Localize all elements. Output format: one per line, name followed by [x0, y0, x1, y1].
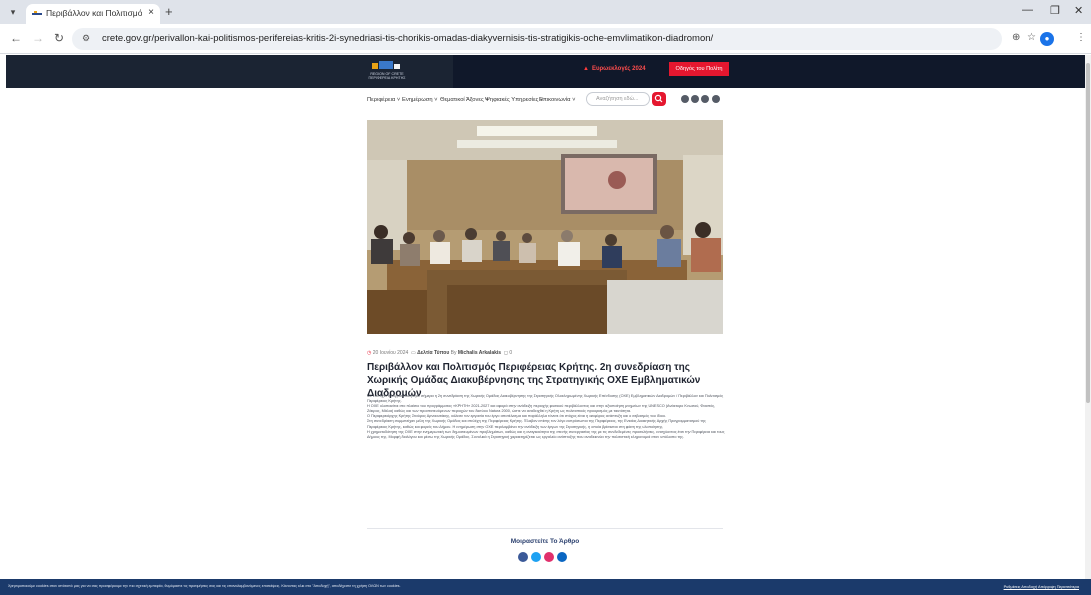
- search-placeholder: Αναζήτηση εδώ...: [596, 96, 639, 102]
- article-body: Με επιτυχία πραγματοποιήθηκε σήμερα η 2η…: [367, 394, 725, 440]
- site-header: REGION OF CRETE ΠΕΡΙΦΕΡΕΙΑ ΚΡΗΤΗΣ ▲ Ευρωε…: [6, 55, 1085, 88]
- share-pinterest-icon[interactable]: [544, 552, 554, 562]
- zoom-icon[interactable]: ⊕: [1012, 32, 1020, 43]
- reload-icon[interactable]: ↻: [54, 31, 64, 45]
- menu-icon[interactable]: ⋮: [1076, 32, 1086, 43]
- minimize-icon[interactable]: —: [1022, 4, 1033, 16]
- article-paragraph: Στη συνεδρίαση συμμετείχαν μέλη της Χωρι…: [367, 419, 706, 429]
- nav-item-themes[interactable]: Θεματικοί Άξονες ˅: [440, 97, 489, 103]
- search-input[interactable]: Αναζήτηση εδώ...: [586, 92, 650, 106]
- main-navigation: Περιφέρεια ˅ Ενημέρωση ˅ Θεματικοί Άξονε…: [0, 92, 1091, 110]
- share-title: Μοιραστείτε Το Άρθρο: [510, 538, 580, 545]
- header-left: REGION OF CRETE ΠΕΡΙΦΕΡΕΙΑ ΚΡΗΤΗΣ: [6, 55, 453, 88]
- flag-icon: ▲: [583, 66, 589, 72]
- search-icon: [654, 94, 663, 103]
- nav-label: Ενημέρωση: [402, 97, 433, 103]
- back-arrow-icon[interactable]: ←: [10, 31, 22, 45]
- share-linkedin-icon[interactable]: [557, 552, 567, 562]
- close-window-icon[interactable]: ✕: [1074, 4, 1083, 17]
- header-right: ▲ Ευρωεκλογές 2024 Οδηγός του Πολίτη: [453, 55, 1085, 88]
- tab-close-icon[interactable]: ×: [148, 7, 154, 18]
- nav-label: Περιφέρεια: [367, 97, 396, 103]
- cookie-consent-bar: Χρησιμοποιούμε cookies στον ιστότοπό μας…: [0, 579, 1091, 595]
- share-facebook-icon[interactable]: [518, 552, 528, 562]
- profile-icon[interactable]: ●: [1040, 32, 1054, 46]
- tab-title: Περιβάλλον και Πολιτισμός Πε: [46, 8, 142, 18]
- tab-search-icon[interactable]: ▾: [6, 5, 20, 19]
- logo-text: REGION OF CRETE ΠΕΡΙΦΕΡΕΙΑ ΚΡΗΤΗΣ: [368, 72, 406, 81]
- author-prefix: By: [450, 350, 457, 356]
- comment-count[interactable]: 0: [509, 350, 512, 356]
- citizen-guide-button[interactable]: Οδηγός του Πολίτη: [669, 62, 729, 76]
- article-paragraph: Η ΟΧΕ υλοποιείται στο πλαίσιο του προγρά…: [367, 404, 716, 414]
- site-info-icon[interactable]: ⚙: [82, 33, 90, 44]
- nav-item-contact[interactable]: Επικοινωνία ˅: [539, 97, 575, 103]
- article-date: 20 Ιουνίου 2024: [372, 350, 409, 356]
- cookie-action-links[interactable]: Ρυθμίσεις Αποδοχή Απόρριψη Περισσότερα: [1004, 584, 1079, 589]
- share-twitter-icon[interactable]: [531, 552, 541, 562]
- forward-arrow-icon[interactable]: →: [32, 31, 44, 45]
- search-button[interactable]: [652, 92, 666, 106]
- scrollbar-thumb[interactable]: [1086, 63, 1090, 403]
- nav-item-region[interactable]: Περιφέρεια ˅: [367, 97, 400, 103]
- article-category[interactable]: Δελτία Τύπου: [417, 350, 449, 356]
- comment-icon: ◻: [503, 350, 508, 356]
- article-hero-image: [367, 120, 723, 334]
- nav-label: Θεματικοί Άξονες: [440, 97, 484, 103]
- address-bar[interactable]: ⚙ crete.gov.gr/perivallon-kai-politismos…: [72, 28, 1002, 50]
- article-meta: ◷ 20 Ιουνίου 2024 ▭ Δελτία Τύπου By Mich…: [367, 350, 512, 356]
- browser-tabstrip: ▾ Περιβάλλον και Πολιτισμός Πε × + — ❐ ✕: [0, 0, 1091, 24]
- content-divider: [367, 528, 723, 529]
- instagram-icon[interactable]: [712, 95, 720, 103]
- facebook-icon[interactable]: [681, 95, 689, 103]
- region-logo[interactable]: REGION OF CRETE ΠΕΡΙΦΕΡΕΙΑ ΚΡΗΤΗΣ: [362, 61, 412, 83]
- nav-item-news[interactable]: Ενημέρωση ˅: [402, 97, 438, 103]
- nav-item-digital-services[interactable]: Ψηφιακές Υπηρεσίες ˅: [485, 97, 543, 103]
- logo-mark-icon: [372, 61, 400, 69]
- folder-icon: ▭: [411, 350, 416, 356]
- nav-label: Επικοινωνία: [539, 97, 571, 103]
- eu-elections-label: Ευρωεκλογές 2024: [591, 66, 646, 72]
- cookie-text: Χρησιμοποιούμε cookies στον ιστότοπό μας…: [8, 584, 401, 588]
- restore-icon[interactable]: ❐: [1050, 4, 1060, 17]
- eu-elections-link[interactable]: ▲ Ευρωεκλογές 2024: [583, 66, 646, 72]
- url-text[interactable]: crete.gov.gr/perivallon-kai-politismos-p…: [102, 33, 713, 44]
- calendar-icon: ◷: [367, 350, 372, 356]
- article-paragraph: Η χρηματοδότηση της ΟΧΕ στην ενημερωτική…: [367, 429, 725, 439]
- twitter-icon[interactable]: [691, 95, 699, 103]
- star-icon[interactable]: ☆: [1027, 32, 1036, 43]
- new-tab-button[interactable]: +: [165, 4, 173, 19]
- browser-toolbar: ← → ↻ ⚙ crete.gov.gr/perivallon-kai-poli…: [0, 24, 1091, 54]
- nav-label: Ψηφιακές Υπηρεσίες: [485, 97, 539, 103]
- favicon-icon: [32, 11, 42, 15]
- article-author[interactable]: Michalis Arkalakis: [458, 350, 501, 356]
- article-paragraph: Με επιτυχία πραγματοποιήθηκε σήμερα η 2η…: [367, 394, 724, 404]
- browser-tab[interactable]: Περιβάλλον και Πολιτισμός Πε ×: [26, 4, 160, 24]
- youtube-icon[interactable]: [701, 95, 709, 103]
- page-scrollbar[interactable]: [1085, 55, 1091, 579]
